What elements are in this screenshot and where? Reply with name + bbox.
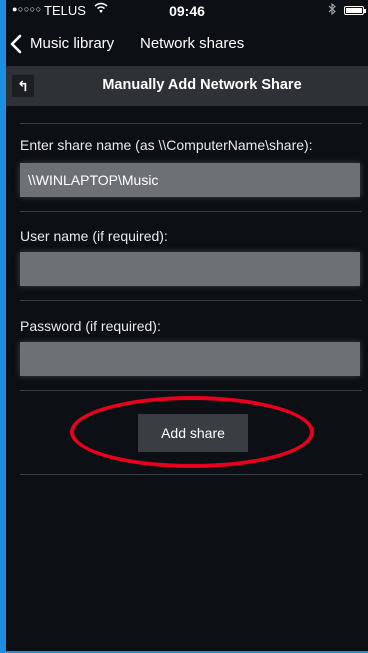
share-name-label: Enter share name (as \\ComputerName\shar… [20,137,313,153]
navigation-bar: Music library Network shares [6,22,368,66]
bluetooth-icon [328,2,336,18]
username-label: User name (if required): [20,228,168,244]
nav-section-title: Network shares [140,35,245,52]
divider [20,211,362,212]
username-input[interactable] [20,252,360,286]
clock: 09:46 [169,3,205,19]
undo-arrow-icon: ↰ [17,77,29,94]
divider [20,123,362,124]
back-button[interactable]: Music library [30,35,114,52]
password-input[interactable] [20,342,360,376]
divider [20,300,362,301]
share-name-input[interactable]: \\WINLAPTOP\Music [20,163,360,197]
back-arrow-button[interactable]: ↰ [12,75,34,97]
status-bar: ●○○○○ TELUS 09:46 [6,0,368,22]
battery-icon [344,6,366,15]
page-header: ↰ Manually Add Network Share [6,66,368,106]
back-chevron-icon[interactable] [10,34,22,54]
divider [20,474,362,475]
divider [20,390,362,391]
page-title: Manually Add Network Share [102,77,302,93]
password-label: Password (if required): [20,318,161,334]
add-share-button[interactable]: Add share [138,414,248,452]
